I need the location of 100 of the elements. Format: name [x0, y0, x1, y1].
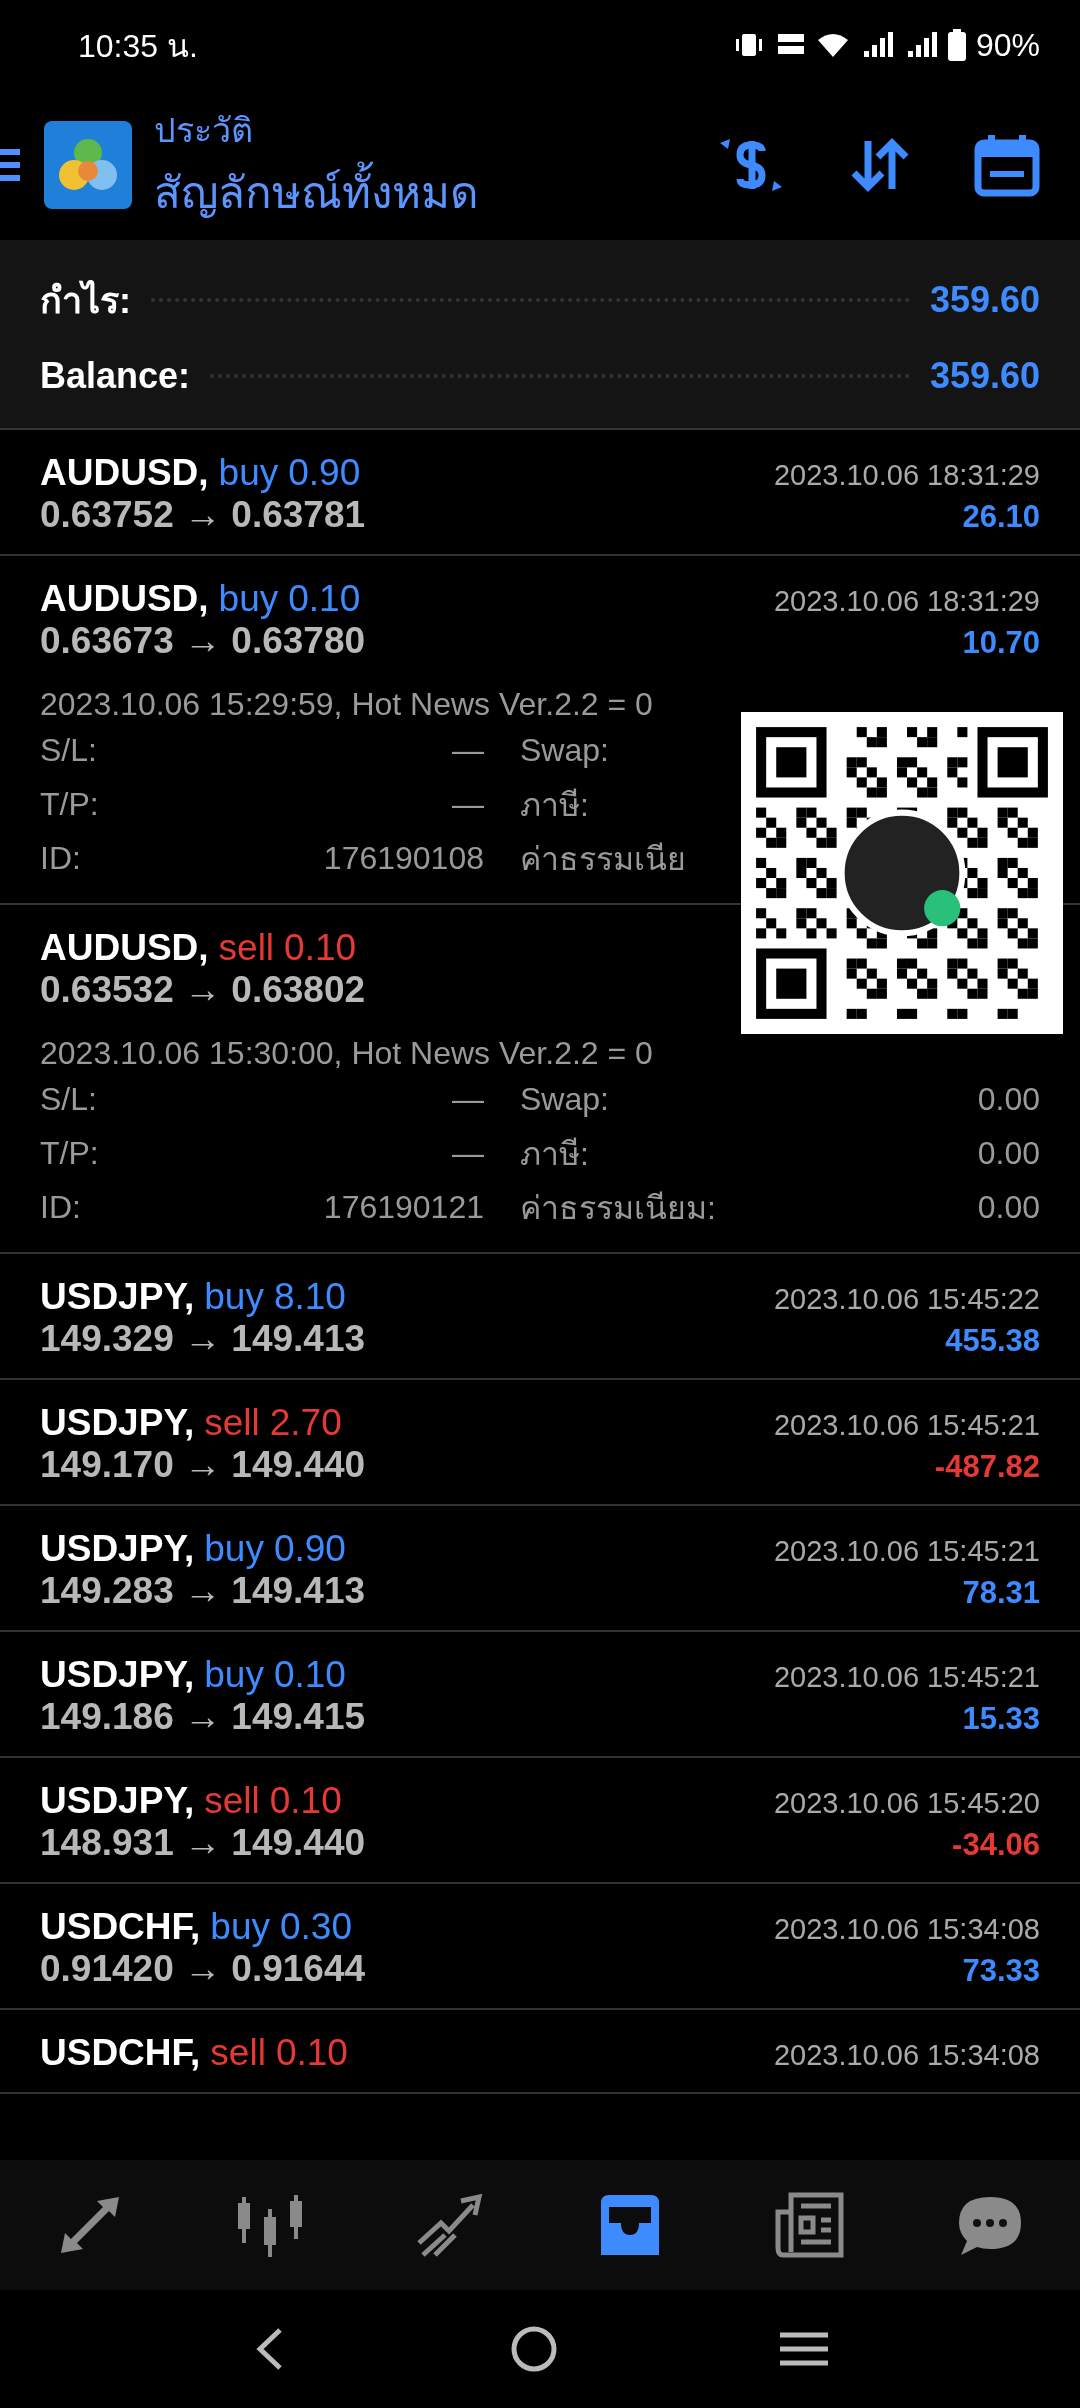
trend-icon[interactable] [415, 2193, 485, 2257]
trade-row[interactable]: USDJPY, sell 2.70 2023.10.06 15:45:21 149.170 → 149.440 -487.82 [0, 1380, 1080, 1506]
detail-label: ค่าธรรมเนียม: [520, 1188, 717, 1228]
trade-volume: 0.10 [269, 1780, 342, 1822]
trade-profit: 73.33 [962, 1953, 1040, 1989]
trade-time: 2023.10.06 15:45:21 [773, 1409, 1040, 1442]
detail-label: ภาษี: [520, 1134, 590, 1174]
summary-value: 359.60 [929, 354, 1040, 397]
detail-value: — [451, 1134, 485, 1172]
trade-volume: 0.90 [288, 452, 361, 494]
trade-volume: 0.10 [284, 927, 357, 969]
trade-side: sell [210, 2032, 266, 2074]
detail-label: S/L: [40, 1080, 98, 1118]
trade-prices: 0.63673 → 0.63780 [40, 620, 366, 662]
detail-label: T/P: [40, 785, 100, 823]
trade-row[interactable]: USDJPY, buy 0.90 2023.10.06 15:45:21 149.283 → 149.413 78.31 [0, 1506, 1080, 1632]
trade-symbol: USDCHF, [40, 2032, 201, 2074]
detail-value: 176190108 [322, 839, 485, 877]
trade-symbol: USDJPY, [40, 1276, 195, 1318]
trade-side: buy [218, 578, 279, 620]
symbol-filter[interactable]: สัญลักษณ์ทั้งหมด [154, 157, 716, 227]
trade-symbol: USDCHF, [40, 1906, 201, 1948]
trade-prices: 148.931 → 149.440 [40, 1822, 366, 1864]
battery-level: 90% [975, 26, 1040, 64]
trade-comment: 2023.10.06 15:30:00, Hot News Ver.2.2 = 0 [40, 1035, 654, 1072]
trade-side: sell [218, 927, 275, 969]
trade-side: buy [218, 452, 279, 494]
summary-value: 359.60 [929, 279, 1040, 321]
trade-row[interactable]: USDCHF, buy 0.30 2023.10.06 15:34:08 0.91420 → 0.91644 73.33 [0, 1884, 1080, 2010]
wifi-icon [815, 31, 850, 59]
trade-row[interactable]: USDCHF, sell 0.10 2023.10.06 15:34:08 [0, 2010, 1080, 2094]
trade-symbol: USDJPY, [40, 1780, 195, 1822]
detail-value: — [451, 731, 485, 769]
trade-row[interactable]: USDJPY, buy 0.10 2023.10.06 15:45:21 149.186 → 149.415 15.33 [0, 1632, 1080, 1758]
detail-value: — [451, 1080, 485, 1118]
trade-symbol: AUDUSD, [40, 452, 209, 494]
trade-volume: 0.10 [275, 2032, 348, 2074]
trade-side: buy [204, 1654, 264, 1696]
trade-side: buy [204, 1276, 264, 1318]
detail-label: ID: [40, 1188, 82, 1226]
trade-prices: 149.170 → 149.440 [40, 1444, 366, 1486]
trade-profit: -34.06 [952, 1827, 1040, 1863]
trade-comment: 2023.10.06 15:29:59, Hot News Ver.2.2 = 0 [40, 686, 654, 723]
trade-time: 2023.10.06 18:31:29 [773, 459, 1040, 492]
detail-value: 176190121 [322, 1188, 485, 1226]
trade-side: buy [210, 1906, 270, 1948]
trade-profit: -487.82 [934, 1449, 1040, 1485]
trade-symbol: USDJPY, [40, 1654, 195, 1696]
detail-value: 0.00 [976, 1188, 1040, 1226]
trade-row[interactable]: USDJPY, buy 8.10 2023.10.06 15:45:22 149.329 → 149.413 455.38 [0, 1254, 1080, 1380]
trade-prices: 0.63532 → 0.63802 [40, 969, 366, 1011]
trade-side: sell [204, 1402, 260, 1444]
calendar-icon[interactable] [974, 133, 1040, 197]
trade-prices: 0.91420 → 0.91644 [40, 1948, 366, 1990]
detail-value: 0.00 [976, 1134, 1040, 1172]
trade-profit: 10.70 [962, 625, 1040, 661]
detail-label: T/P: [40, 1134, 100, 1172]
trade-volume: 2.70 [269, 1402, 342, 1444]
detail-label: S/L: [40, 731, 98, 769]
detail-label: ID: [40, 839, 82, 877]
summary-label: Balance: [40, 354, 191, 397]
trade-prices: 149.283 → 149.413 [40, 1570, 366, 1612]
trade-time: 2023.10.06 15:34:08 [773, 2039, 1040, 2072]
newspaper-icon[interactable] [775, 2192, 845, 2258]
detail-label: Swap: [520, 731, 610, 769]
trade-time: 2023.10.06 15:45:21 [773, 1535, 1040, 1568]
trade-prices: 0.63752 → 0.63781 [40, 494, 366, 536]
detail-label: ภาษี: [520, 785, 590, 825]
trade-volume: 0.10 [288, 578, 361, 620]
trade-side: sell [204, 1780, 260, 1822]
trade-row[interactable]: USDJPY, sell 0.10 2023.10.06 15:45:20 148.931 → 149.440 -34.06 [0, 1758, 1080, 1884]
trade-volume: 8.10 [273, 1276, 346, 1318]
trade-symbol: AUDUSD, [40, 927, 209, 969]
detail-label: Swap: [520, 1080, 610, 1118]
trade-side: buy [204, 1528, 264, 1570]
status-time: 10:35 น. [78, 26, 198, 66]
detail-value: 0.00 [976, 1080, 1040, 1118]
detail-value: — [451, 785, 485, 823]
trade-symbol: USDJPY, [40, 1402, 195, 1444]
trade-volume: 0.30 [280, 1906, 352, 1948]
trade-time: 2023.10.06 18:31:29 [773, 585, 1040, 618]
trade-time: 2023.10.06 15:34:08 [773, 1913, 1040, 1946]
trade-time: 2023.10.06 15:45:22 [773, 1283, 1040, 1316]
trade-profit: 26.10 [962, 499, 1040, 535]
summary-label: กำไร: [40, 278, 131, 323]
screen-title: ประวัติ [154, 110, 254, 151]
trade-time: 2023.10.06 15:45:21 [773, 1661, 1040, 1694]
trade-prices: 149.329 → 149.413 [40, 1318, 366, 1360]
trade-symbol: USDJPY, [40, 1528, 195, 1570]
trade-profit: 15.33 [962, 1701, 1040, 1737]
trade-row[interactable]: AUDUSD, buy 0.90 2023.10.06 18:31:29 0.63752 → 0.63781 26.10 [0, 430, 1080, 556]
trade-volume: 0.90 [273, 1528, 346, 1570]
battery-icon [947, 29, 966, 61]
trade-volume: 0.10 [273, 1654, 346, 1696]
trade-profit: 78.31 [962, 1575, 1040, 1611]
trade-time: 2023.10.06 15:45:20 [773, 1787, 1040, 1820]
trade-profit: 455.38 [945, 1323, 1040, 1359]
trade-symbol: AUDUSD, [40, 578, 209, 620]
home-icon[interactable] [509, 2324, 559, 2374]
detail-label: ค่าธรรมเนีย [520, 839, 687, 879]
